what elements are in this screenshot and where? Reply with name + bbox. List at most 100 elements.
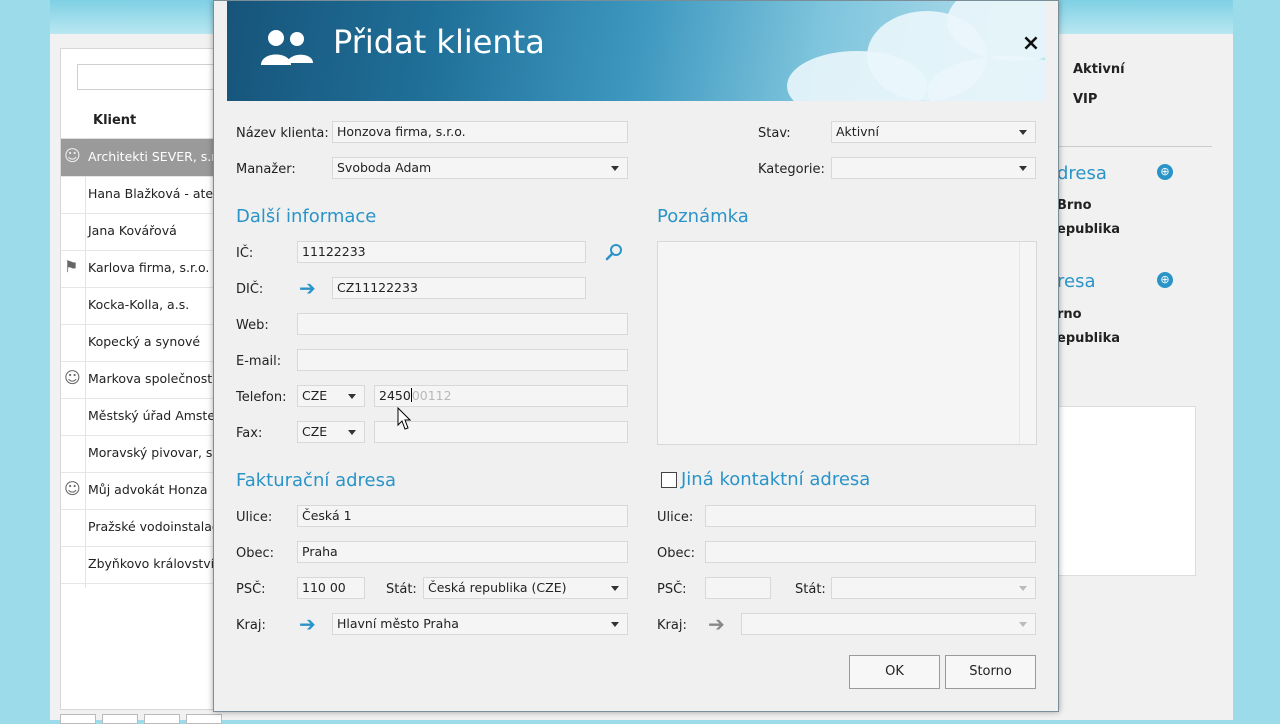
ic-label: IČ:	[236, 246, 254, 261]
fax-label: Fax:	[236, 426, 263, 441]
dialog-title: Přidat klienta	[333, 23, 545, 61]
client-name: Zbyňkovo království	[88, 556, 215, 571]
status-select[interactable]: Aktivní	[831, 121, 1036, 143]
address2-country: epublika	[1057, 331, 1121, 346]
city2-label: Obec:	[657, 546, 696, 561]
street-input[interactable]: Česká 1	[297, 505, 628, 527]
detail-separator	[1055, 146, 1212, 147]
other-contact-checkbox[interactable]	[661, 472, 677, 488]
web-input[interactable]	[297, 313, 628, 335]
region-select[interactable]: Hlavní město Praha	[332, 613, 628, 635]
client-list-item[interactable]: Kopecký a synové	[61, 324, 221, 362]
client-search-input[interactable]	[77, 64, 229, 90]
client-name: Moravský pivovar, sp	[88, 445, 221, 460]
region-label: Kraj:	[236, 618, 266, 633]
address2-city: rno	[1057, 307, 1082, 322]
zip-input[interactable]: 110 00	[297, 577, 365, 599]
dic-input[interactable]: CZ11122233	[332, 277, 586, 299]
note-heading: Poznámka	[657, 206, 749, 227]
client-name-input[interactable]: Honzova firma, s.r.o.	[332, 121, 628, 143]
category-select[interactable]	[831, 157, 1036, 179]
client-list-header[interactable]: Klient	[61, 104, 221, 139]
billing-address-heading: Fakturační adresa	[236, 470, 397, 491]
arrow-right-icon[interactable]: ➔	[299, 614, 316, 634]
client-list-item[interactable]: ☺ Můj advokát Honza	[61, 472, 221, 510]
client-list-item[interactable]: Hana Blažková - ateliér	[61, 176, 221, 214]
globe-icon[interactable]: ⊕	[1157, 272, 1173, 288]
zip2-input[interactable]	[705, 577, 771, 599]
client-list-item[interactable]: ⚑ Karlova firma, s.r.o.	[61, 250, 221, 288]
manager-select[interactable]: Svoboda Adam	[332, 157, 628, 179]
client-name: Markova společnost, s	[88, 371, 221, 386]
address1-city: Brno	[1057, 198, 1092, 213]
client-list-item[interactable]: Kocka-Kolla, a.s.	[61, 287, 221, 325]
client-name: Kocka-Kolla, a.s.	[88, 297, 190, 312]
ic-input[interactable]: 11122233	[297, 241, 586, 263]
smiley-icon: ☺	[64, 479, 81, 498]
city-label: Obec:	[236, 546, 275, 561]
client-name: Můj advokát Honza	[88, 482, 208, 497]
client-list-item[interactable]: ☺ Markova společnost, s	[61, 361, 221, 399]
street2-label: Ulice:	[657, 510, 694, 525]
more-info-heading: Další informace	[236, 206, 377, 227]
client-name: Hana Blažková - ateliér	[88, 186, 221, 201]
arrow-right-icon[interactable]: ➔	[299, 278, 316, 298]
client-list-item[interactable]: Moravský pivovar, sp	[61, 435, 221, 473]
smiley-icon: ☺	[64, 368, 81, 387]
client-name: Pražské vodoinstalace	[88, 519, 221, 534]
toolbar-button[interactable]	[186, 714, 222, 724]
phone-label: Telefon:	[236, 390, 287, 405]
client-list-item[interactable]: Městský úřad Amsterd	[61, 398, 221, 436]
arrow-right-icon[interactable]: ➔	[708, 614, 725, 634]
note-textarea[interactable]	[657, 241, 1037, 445]
client-list-item[interactable]: Jana Kovářová	[61, 213, 221, 251]
dic-label: DIČ:	[236, 282, 264, 297]
client-name: Městský úřad Amsterd	[88, 408, 221, 423]
category-label: Kategorie:	[758, 162, 825, 177]
cancel-button[interactable]: Storno	[945, 655, 1036, 689]
globe-icon[interactable]: ⊕	[1157, 164, 1173, 180]
name-label: Název klienta:	[236, 126, 329, 141]
note-scrollbar[interactable]	[1019, 242, 1036, 444]
email-input[interactable]	[297, 349, 628, 371]
country2-select[interactable]	[831, 577, 1036, 599]
client-name: Kopecký a synové	[88, 334, 201, 349]
country-label: Stát:	[386, 582, 417, 597]
country-select[interactable]: Česká republika (CZE)	[423, 577, 628, 599]
client-list-item[interactable]: Pražské vodoinstalace	[61, 509, 221, 547]
add-client-dialog: Přidat klienta × Název klienta: Honzova …	[213, 0, 1059, 712]
country2-label: Stát:	[795, 582, 826, 597]
manager-label: Manažer:	[236, 162, 296, 177]
toolbar-button[interactable]	[102, 714, 138, 724]
toolbar-button[interactable]	[144, 714, 180, 724]
smiley-icon: ☺	[64, 146, 81, 165]
city2-input[interactable]	[705, 541, 1036, 563]
web-label: Web:	[236, 318, 269, 333]
phone-typed-value: 2450	[379, 388, 411, 403]
toolbar-button[interactable]	[60, 714, 96, 724]
phone-country-select[interactable]: CZE	[297, 385, 365, 407]
street-label: Ulice:	[236, 510, 273, 525]
mouse-cursor-icon	[397, 407, 411, 430]
phone-input[interactable]: 245000112	[374, 385, 628, 407]
phone-mask: 00112	[411, 388, 452, 403]
client-column-title: Klient	[93, 113, 137, 128]
fax-input[interactable]	[374, 421, 628, 443]
region2-label: Kraj:	[657, 618, 687, 633]
fax-country-select[interactable]: CZE	[297, 421, 365, 443]
region2-select[interactable]	[741, 613, 1036, 635]
note-preview-box	[1058, 406, 1196, 576]
client-name: Architekti SEVER, s.r.o.	[88, 149, 221, 164]
ok-button[interactable]: OK	[849, 655, 940, 689]
client-list-item[interactable]: ☺ Architekti SEVER, s.r.o.	[61, 139, 221, 177]
street2-input[interactable]	[705, 505, 1036, 527]
address1-country: epublika	[1057, 222, 1121, 237]
other-contact-heading: Jiná kontaktní adresa	[681, 469, 871, 490]
search-icon[interactable]	[604, 242, 624, 262]
close-icon[interactable]: ×	[1018, 31, 1044, 57]
client-list-item[interactable]: Zbyňkovo království	[61, 546, 221, 584]
zip-label: PSČ:	[236, 582, 266, 597]
city-input[interactable]: Praha	[297, 541, 628, 563]
email-label: E-mail:	[236, 354, 282, 369]
client-name: Jana Kovářová	[88, 223, 177, 238]
